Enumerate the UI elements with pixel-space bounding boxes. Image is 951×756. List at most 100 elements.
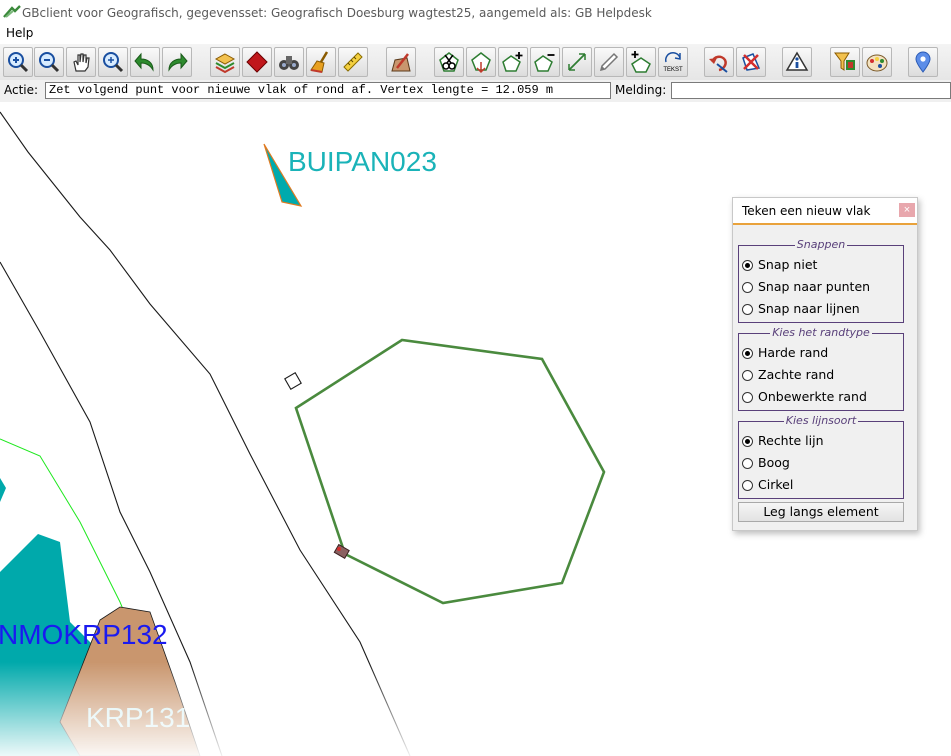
map-label-buipan023: BUIPAN023 (288, 146, 437, 177)
radio-dot[interactable] (742, 436, 753, 447)
filter-button[interactable] (830, 47, 860, 77)
remove-vertex-button[interactable] (530, 47, 560, 77)
teal-parcel-small (0, 478, 6, 502)
window-title: GBclient voor Geografisch, gegevensset: … (22, 6, 652, 20)
polygon-fill-icon (246, 51, 268, 73)
action-bar: Actie: Zet volgend punt voor nieuwe vlak… (0, 80, 951, 102)
redo-button[interactable] (162, 47, 192, 77)
add-polygon-button[interactable] (626, 47, 656, 77)
info-icon (785, 51, 809, 71)
measure-button[interactable] (338, 47, 368, 77)
radio-snap-lijnen[interactable]: Snap naar lijnen (742, 300, 902, 320)
radio-label: Zachte rand (758, 367, 835, 382)
leg-langs-element-button[interactable]: Leg langs element (738, 502, 904, 522)
add-vertex-button[interactable] (498, 47, 528, 77)
info-button[interactable] (782, 47, 812, 77)
small-square-marker (284, 372, 302, 390)
radio-rechte-lijn[interactable]: Rechte lijn (742, 432, 902, 452)
sketch-polygon[interactable] (294, 338, 606, 605)
pen-button[interactable] (594, 47, 624, 77)
radio-onbewerkte-rand[interactable]: Onbewerkte rand (742, 388, 902, 408)
group-lijnsoort: Kies lijnsoort Rechte lijn Boog Cirkel (738, 414, 904, 499)
zoom-out-icon (39, 52, 60, 73)
radio-label: Rechte lijn (758, 433, 824, 448)
map-label-nmokrp132: NMOKRP132 (0, 619, 168, 650)
undo-edit-button[interactable] (704, 47, 734, 77)
location-pin-icon (915, 51, 931, 73)
search-button[interactable] (274, 47, 304, 77)
group-legend-snappen: Snappen (794, 238, 848, 251)
cut-button[interactable] (434, 47, 464, 77)
radio-dot[interactable] (742, 370, 753, 381)
ruler-icon (343, 52, 363, 72)
radio-dot[interactable] (742, 282, 753, 293)
title-bar: GBclient voor Geografisch, gegevensset: … (0, 0, 951, 24)
binoculars-icon (279, 56, 299, 70)
pen-icon (599, 52, 619, 72)
add-vertex-icon (502, 52, 523, 72)
vertex-move-button[interactable] (466, 47, 496, 77)
pan-button[interactable] (66, 47, 96, 77)
group-legend-randtype: Kies het randtype (770, 326, 872, 339)
cut-icon (439, 52, 459, 72)
zoom-in-icon (8, 52, 29, 73)
panel-title: Teken een nieuw vlak (742, 204, 871, 218)
rotate-text-button[interactable]: TEKST (658, 47, 688, 77)
radio-cirkel[interactable]: Cirkel (742, 476, 902, 496)
layers-button[interactable] (210, 47, 240, 77)
edit-line-button[interactable] (562, 47, 592, 77)
group-legend-lijnsoort: Kies lijnsoort (783, 414, 859, 427)
radio-harde-rand[interactable]: Harde rand (742, 344, 902, 364)
radio-label: Onbewerkte rand (758, 389, 867, 404)
draw-area-panel: Teken een nieuw vlak × Snappen Snap niet… (732, 197, 918, 531)
panel-close-button[interactable]: × (899, 203, 915, 217)
radio-snap-niet[interactable]: Snap niet (742, 256, 902, 276)
menu-help[interactable]: Help (6, 26, 33, 40)
radio-snap-punten[interactable]: Snap naar punten (742, 278, 902, 298)
panel-titlebar[interactable]: Teken een nieuw vlak × (733, 198, 917, 225)
message-label: Melding: (615, 83, 667, 97)
action-label: Actie: (4, 83, 39, 97)
edit-line-icon (568, 53, 586, 71)
polygon-fill-button[interactable] (242, 47, 272, 77)
radio-dot[interactable] (742, 392, 753, 403)
radio-label: Boog (758, 455, 790, 470)
zoom-in-button[interactable] (3, 47, 33, 77)
delete-button[interactable] (736, 47, 766, 77)
radio-dot[interactable] (742, 260, 753, 271)
palette-icon (866, 54, 888, 72)
undo-button[interactable] (130, 47, 160, 77)
radio-label: Cirkel (758, 477, 794, 492)
location-button[interactable] (908, 47, 938, 77)
vertex-move-icon (471, 52, 491, 74)
group-snappen: Snappen Snap niet Snap naar punten Snap … (738, 238, 904, 323)
radio-dot[interactable] (742, 304, 753, 315)
radio-boog[interactable]: Boog (742, 454, 902, 474)
zoom-extent-icon (103, 52, 124, 73)
redo-arrow-icon (168, 52, 188, 72)
undo-arrow-icon (134, 52, 154, 72)
pan-hand-icon (73, 53, 90, 72)
radio-dot[interactable] (742, 348, 753, 359)
action-field[interactable]: Zet volgend punt voor nieuwe vlak of ron… (45, 82, 611, 99)
radio-dot[interactable] (742, 458, 753, 469)
message-field[interactable] (671, 82, 951, 99)
palette-button[interactable] (862, 47, 892, 77)
text-badge: TEKST (663, 67, 683, 73)
edit-object-icon (391, 53, 411, 72)
add-polygon-icon (631, 51, 651, 73)
rotate-text-icon: TEKST (663, 52, 683, 73)
zoom-out-button[interactable] (34, 47, 64, 77)
menu-bar: Help (0, 24, 951, 42)
radio-zachte-rand[interactable]: Zachte rand (742, 366, 902, 386)
edit-object-button[interactable] (386, 47, 416, 77)
radio-dot[interactable] (742, 480, 753, 491)
group-randtype: Kies het randtype Harde rand Zachte rand… (738, 326, 904, 411)
clear-button[interactable] (306, 47, 336, 77)
zoom-extent-button[interactable] (98, 47, 128, 77)
app-logo-icon (3, 5, 21, 18)
radio-label: Snap niet (758, 257, 818, 272)
radio-label: Snap naar lijnen (758, 301, 860, 316)
radio-label: Harde rand (758, 345, 829, 360)
delete-icon (742, 53, 761, 71)
